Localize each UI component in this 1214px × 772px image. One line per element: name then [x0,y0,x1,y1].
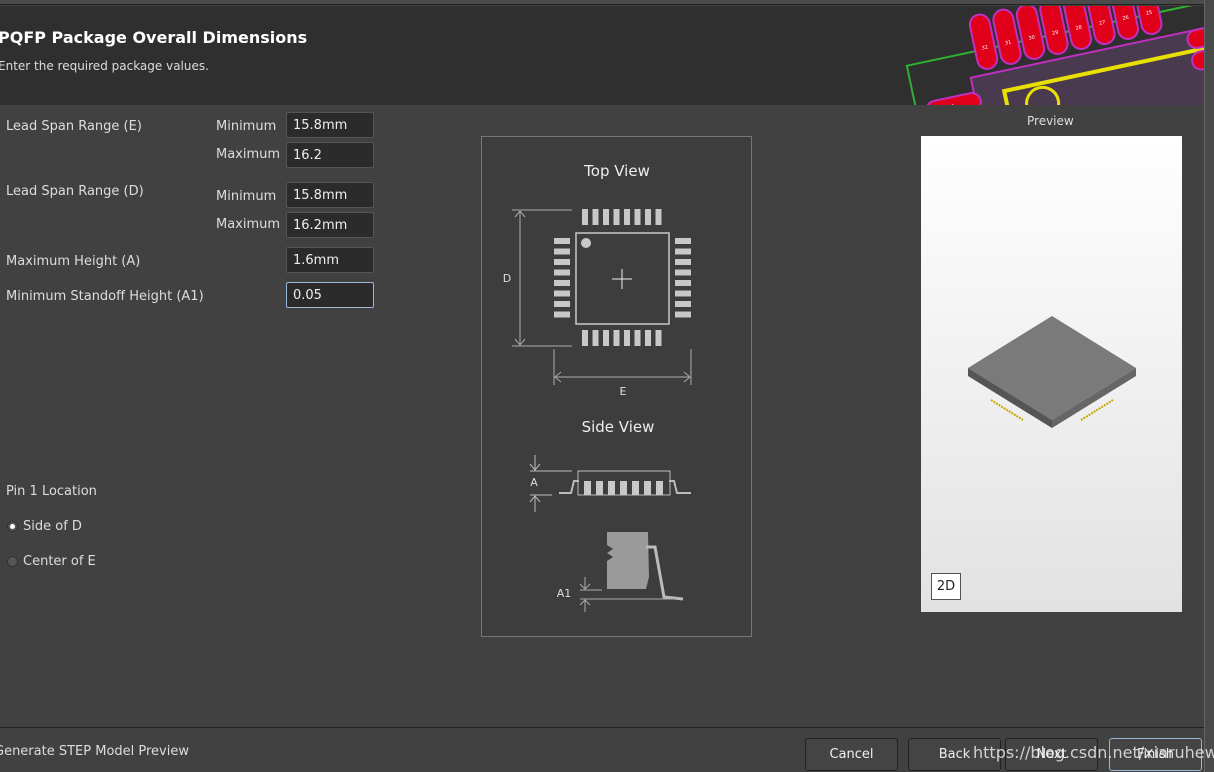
top-view-title: Top View [583,162,650,180]
lead-pin [675,238,691,244]
lead-pin [554,311,570,318]
watermark: https://blog.csdn.net/xiaruhewo [973,743,1214,762]
lead-pin [675,280,691,286]
window-right-edge [1204,0,1214,772]
lead-span-d-min-input[interactable] [286,182,374,208]
lead-pin [554,269,570,276]
lead-pin [632,481,639,495]
lead-span-d-max-label: Maximum [216,217,281,232]
lead-pin [582,330,588,346]
lead-pin [603,330,609,346]
lead-pin [613,209,620,225]
pcb-footprint-image: 32 31 30 29 28 27 26 25 24 1 [900,6,1204,105]
lead-pin [554,248,570,255]
lead-span-d-min-label: Minimum [216,189,277,204]
lead-pin [675,311,691,318]
radio-center-of-e-label[interactable]: Center of E [23,554,96,569]
lead-pin [592,209,599,225]
lead-pin [634,330,641,346]
lead-pin [675,248,691,255]
preview-label: Preview [1027,114,1074,128]
lead-pin [620,481,627,495]
lead-pin [634,209,641,225]
dimension-diagram: Top View D E Side View A A1 [481,136,752,637]
lead-pin [554,290,570,297]
lead-span-e-min-label: Minimum [216,119,277,134]
lead-pin [645,209,651,225]
lead-pin [582,209,588,225]
min-standoff-label: Minimum Standoff Height (A1) [6,289,204,304]
lead-span-d-max-input[interactable] [286,212,374,238]
dim-a1-label: A1 [557,587,572,600]
lead-pin [613,330,620,346]
lead-pin [655,209,662,225]
lead-pin [675,301,691,307]
max-height-input[interactable] [286,247,374,273]
dim-e-label: E [620,385,627,398]
lead-pin [554,280,570,286]
lead-span-e-label: Lead Span Range (E) [6,119,142,134]
lead-pin [554,238,570,244]
lead-pin [592,330,599,346]
pin1-location-label: Pin 1 Location [6,484,97,499]
lead-pin [608,481,615,495]
lead-span-e-max-input[interactable] [286,142,374,168]
3d-preview-viewport[interactable]: 2D [921,136,1182,612]
radio-side-of-d-label[interactable]: Side of D [23,519,82,534]
lead-pin [584,481,591,495]
lead-pin [655,330,662,346]
lead-span-e-min-input[interactable] [286,112,374,138]
lead-pin [656,481,663,495]
cancel-button[interactable]: Cancel [805,738,898,771]
dim-d-label: D [503,272,511,285]
lead-pin [675,290,691,297]
lead-pin [675,259,691,265]
generate-step-label[interactable]: Generate STEP Model Preview [0,744,189,759]
2d-view-button[interactable]: 2D [931,573,961,600]
radio-center-of-e[interactable] [7,556,18,567]
lead-pin [624,330,630,346]
lead-span-d-label: Lead Span Range (D) [6,184,144,199]
lead-pin [624,209,630,225]
page-subtitle: Enter the required package values. [0,59,209,73]
lead-pin [554,301,570,307]
lead-pin [644,481,651,495]
page-title: PQFP Package Overall Dimensions [0,28,308,47]
lead-pin [675,269,691,276]
lead-pin [554,259,570,265]
min-standoff-input[interactable] [286,282,374,308]
dim-a-label: A [530,476,538,489]
lead-pin [603,209,609,225]
lead-span-e-max-label: Maximum [216,147,281,162]
lead-pin [596,481,603,495]
radio-side-of-d[interactable] [7,521,18,532]
side-view-title: Side View [582,418,655,436]
max-height-label: Maximum Height (A) [6,254,141,269]
lead-pin [645,330,651,346]
window-top-edge [0,0,1214,5]
